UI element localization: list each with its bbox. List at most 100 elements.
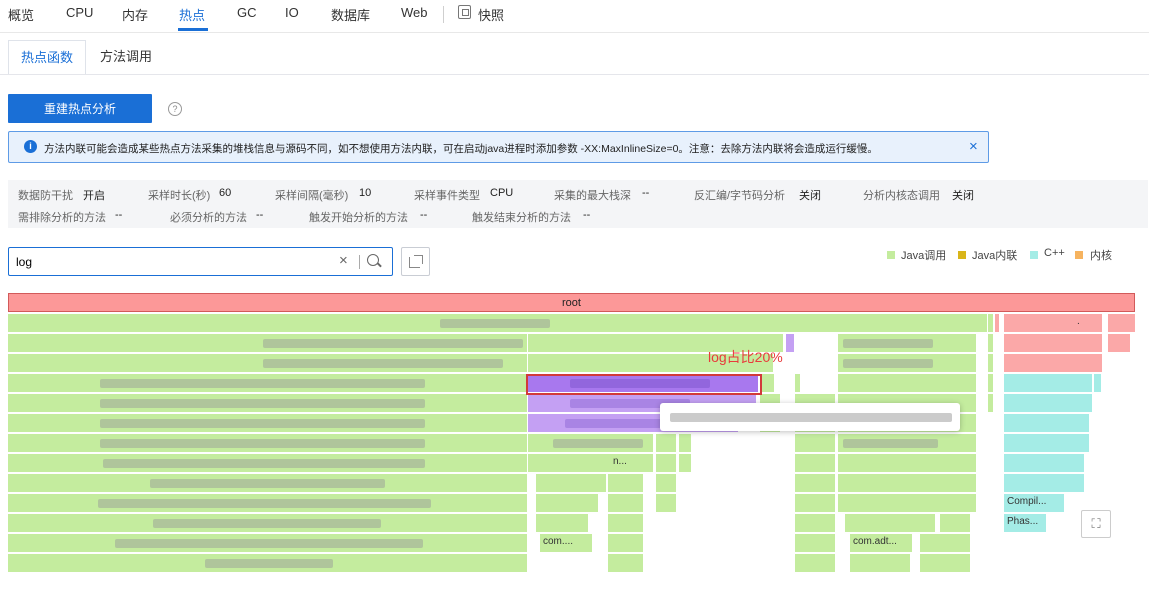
nav-snapshot[interactable]: 快照: [478, 5, 504, 24]
redacted-text: [205, 559, 333, 568]
flame-frame[interactable]: [760, 374, 774, 392]
param-value: CPU: [490, 187, 514, 199]
flame-frame[interactable]: [988, 394, 993, 412]
snapshot-icon[interactable]: [458, 5, 471, 19]
flame-frame[interactable]: Phas...: [1004, 514, 1046, 532]
param-value: --: [642, 187, 650, 199]
help-icon[interactable]: ?: [168, 102, 182, 116]
flame-frame[interactable]: [850, 554, 910, 572]
legend-swatch-java-inline: [958, 251, 966, 259]
flame-frame[interactable]: [656, 454, 676, 472]
flame-frame[interactable]: [995, 314, 999, 332]
highlight-box: [526, 374, 762, 395]
flame-frame[interactable]: com.adt...: [850, 534, 912, 552]
flame-frame[interactable]: [838, 454, 976, 472]
info-icon: i: [24, 140, 37, 153]
redacted-text: [843, 339, 933, 348]
flame-frame[interactable]: [1004, 434, 1089, 452]
rebuild-hotspot-button[interactable]: 重建热点分析: [8, 94, 152, 123]
flame-frame[interactable]: [608, 534, 643, 552]
flame-frame[interactable]: [608, 554, 643, 572]
flame-root-frame[interactable]: root: [8, 293, 1135, 312]
nav-tab-memory[interactable]: 内存: [122, 5, 148, 24]
search-input[interactable]: [16, 253, 326, 270]
flame-frame[interactable]: [608, 514, 643, 532]
param-label: 采样间隔(毫秒): [275, 190, 349, 202]
nav-tab-cpu[interactable]: CPU: [66, 5, 93, 20]
search-box: ×: [8, 247, 393, 276]
flame-frame[interactable]: [988, 314, 993, 332]
flame-frame[interactable]: [920, 554, 970, 572]
flame-frame[interactable]: [795, 514, 835, 532]
flame-frame[interactable]: [1004, 414, 1089, 432]
flame-frame[interactable]: n...: [528, 454, 653, 472]
flame-frame[interactable]: [1108, 314, 1135, 332]
flame-frame[interactable]: [838, 374, 976, 392]
nav-tab-hotspot[interactable]: 热点: [179, 5, 205, 24]
flame-frame[interactable]: [1108, 334, 1130, 352]
flame-frame[interactable]: [988, 334, 993, 352]
flame-frame[interactable]: [1004, 394, 1092, 412]
redacted-text: [98, 499, 431, 508]
flame-frame[interactable]: [536, 494, 598, 512]
flame-frame[interactable]: [536, 474, 606, 492]
flame-frame[interactable]: .: [1004, 314, 1102, 332]
flame-frame[interactable]: [1004, 354, 1102, 372]
fit-screen-icon[interactable]: ⛶: [1081, 510, 1111, 538]
flame-frame[interactable]: [838, 474, 976, 492]
legend-swatch-java-call: [887, 251, 895, 259]
flame-frame[interactable]: [920, 534, 970, 552]
flame-frame[interactable]: [988, 374, 993, 392]
flame-frame[interactable]: [795, 454, 835, 472]
flame-frame[interactable]: [940, 514, 970, 532]
param-label: 必须分析的方法: [170, 212, 247, 224]
flame-graph: root . n... Compil... Phas... com.... co…: [0, 291, 1149, 589]
search-icon[interactable]: [367, 254, 379, 266]
nav-tab-overview[interactable]: 概览: [8, 5, 34, 24]
flame-frame[interactable]: [795, 554, 835, 572]
flame-frame[interactable]: [536, 514, 588, 532]
nav-divider: [443, 6, 444, 23]
flame-frame[interactable]: [1094, 374, 1101, 392]
nav-tab-gc[interactable]: GC: [237, 5, 257, 20]
flame-frame[interactable]: [988, 354, 993, 372]
flame-frame[interactable]: [656, 474, 676, 492]
flame-frame[interactable]: [679, 454, 691, 472]
export-icon[interactable]: [401, 247, 430, 276]
flame-frame[interactable]: [1004, 374, 1092, 392]
flame-frame[interactable]: [1004, 474, 1084, 492]
param-label: 分析内核态调用: [863, 190, 940, 202]
param-label: 采样事件类型: [414, 190, 480, 202]
clear-icon[interactable]: ×: [339, 252, 348, 269]
flame-frame[interactable]: com....: [540, 534, 592, 552]
flame-frame[interactable]: [795, 534, 835, 552]
flame-frame[interactable]: [1004, 454, 1084, 472]
close-icon[interactable]: ×: [969, 138, 978, 155]
flame-frame[interactable]: [795, 494, 835, 512]
flame-frame[interactable]: [845, 514, 935, 532]
flame-frame[interactable]: [679, 434, 691, 452]
redacted-text: [100, 439, 425, 448]
subtab-hot-functions[interactable]: 热点函数: [8, 40, 86, 74]
flame-frame[interactable]: [838, 494, 976, 512]
flame-frame[interactable]: [608, 494, 643, 512]
flame-frame[interactable]: [656, 494, 676, 512]
flame-frame-match[interactable]: [786, 334, 794, 352]
redacted-text: [440, 319, 550, 328]
flame-frame[interactable]: Compil...: [1004, 494, 1064, 512]
flame-frame[interactable]: [656, 434, 676, 452]
search-divider: [359, 255, 360, 269]
nav-tab-web[interactable]: Web: [401, 5, 428, 20]
param-label: 数据防干扰: [18, 190, 73, 202]
nav-tab-database[interactable]: 数据库: [331, 5, 370, 24]
flame-frame[interactable]: [795, 374, 800, 392]
subtab-method-calls[interactable]: 方法调用: [86, 40, 166, 74]
flame-frame[interactable]: [795, 434, 835, 452]
flame-frame[interactable]: [608, 474, 643, 492]
nav-tab-io[interactable]: IO: [285, 5, 299, 20]
frame-tooltip: [660, 403, 960, 431]
flame-frame[interactable]: [1004, 334, 1102, 352]
param-label: 采样时长(秒): [148, 190, 211, 202]
flame-frame[interactable]: [795, 474, 835, 492]
redacted-text: [100, 419, 425, 428]
